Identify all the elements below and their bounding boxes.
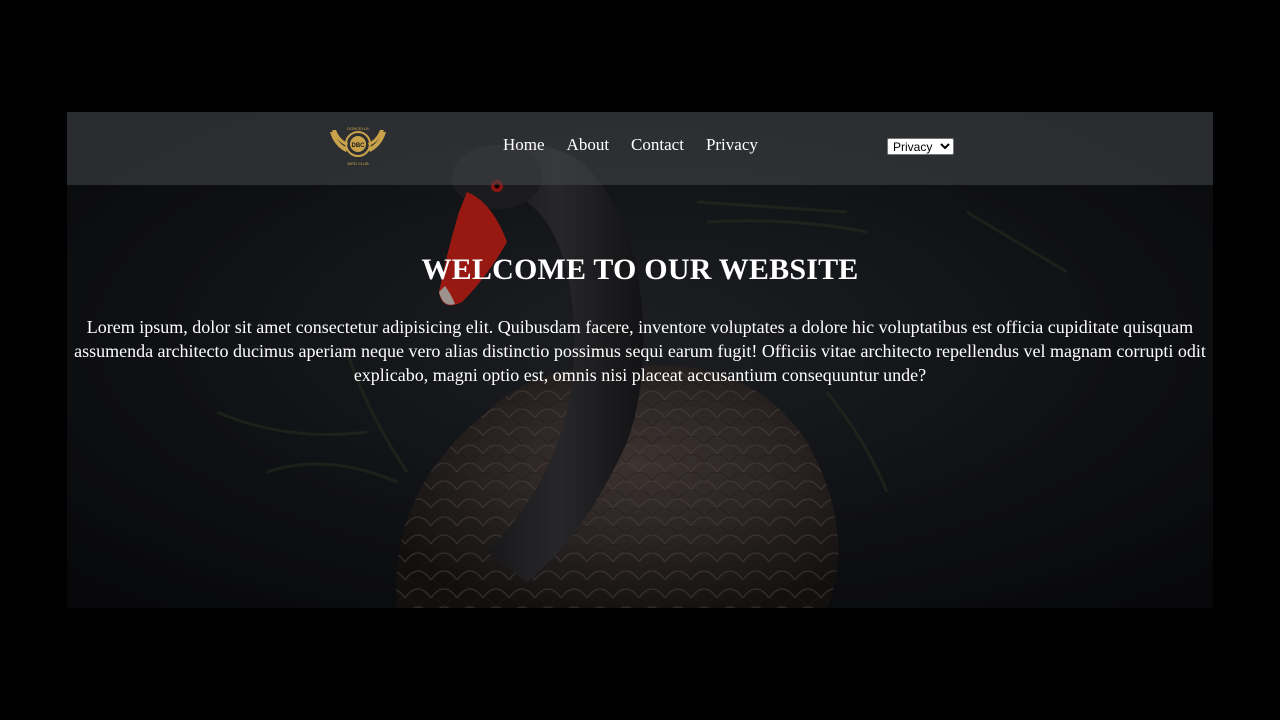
- nav-links: Home About Contact Privacy: [503, 135, 780, 155]
- hero-title: WELCOME TO OUR WEBSITE: [421, 253, 859, 286]
- top-navbar: DBC BIRD CLUB DONCELLA Home About Contac…: [67, 112, 1213, 185]
- nav-link-about[interactable]: About: [567, 135, 610, 155]
- nav-link-contact[interactable]: Contact: [631, 135, 684, 155]
- hero-description: Lorem ipsum, dolor sit amet consectetur …: [74, 317, 1206, 385]
- website-frame: DBC BIRD CLUB DONCELLA Home About Contac…: [67, 112, 1213, 608]
- nav-link-home[interactable]: Home: [503, 135, 545, 155]
- bird-club-logo[interactable]: DBC BIRD CLUB DONCELLA: [328, 122, 388, 168]
- logo-subtitle: BIRD CLUB: [347, 161, 369, 166]
- logo-title: DONCELLA: [347, 126, 369, 131]
- page-select-dropdown[interactable]: Privacy: [887, 138, 954, 155]
- logo-monogram: DBC: [352, 143, 366, 149]
- nav-link-privacy[interactable]: Privacy: [706, 135, 758, 155]
